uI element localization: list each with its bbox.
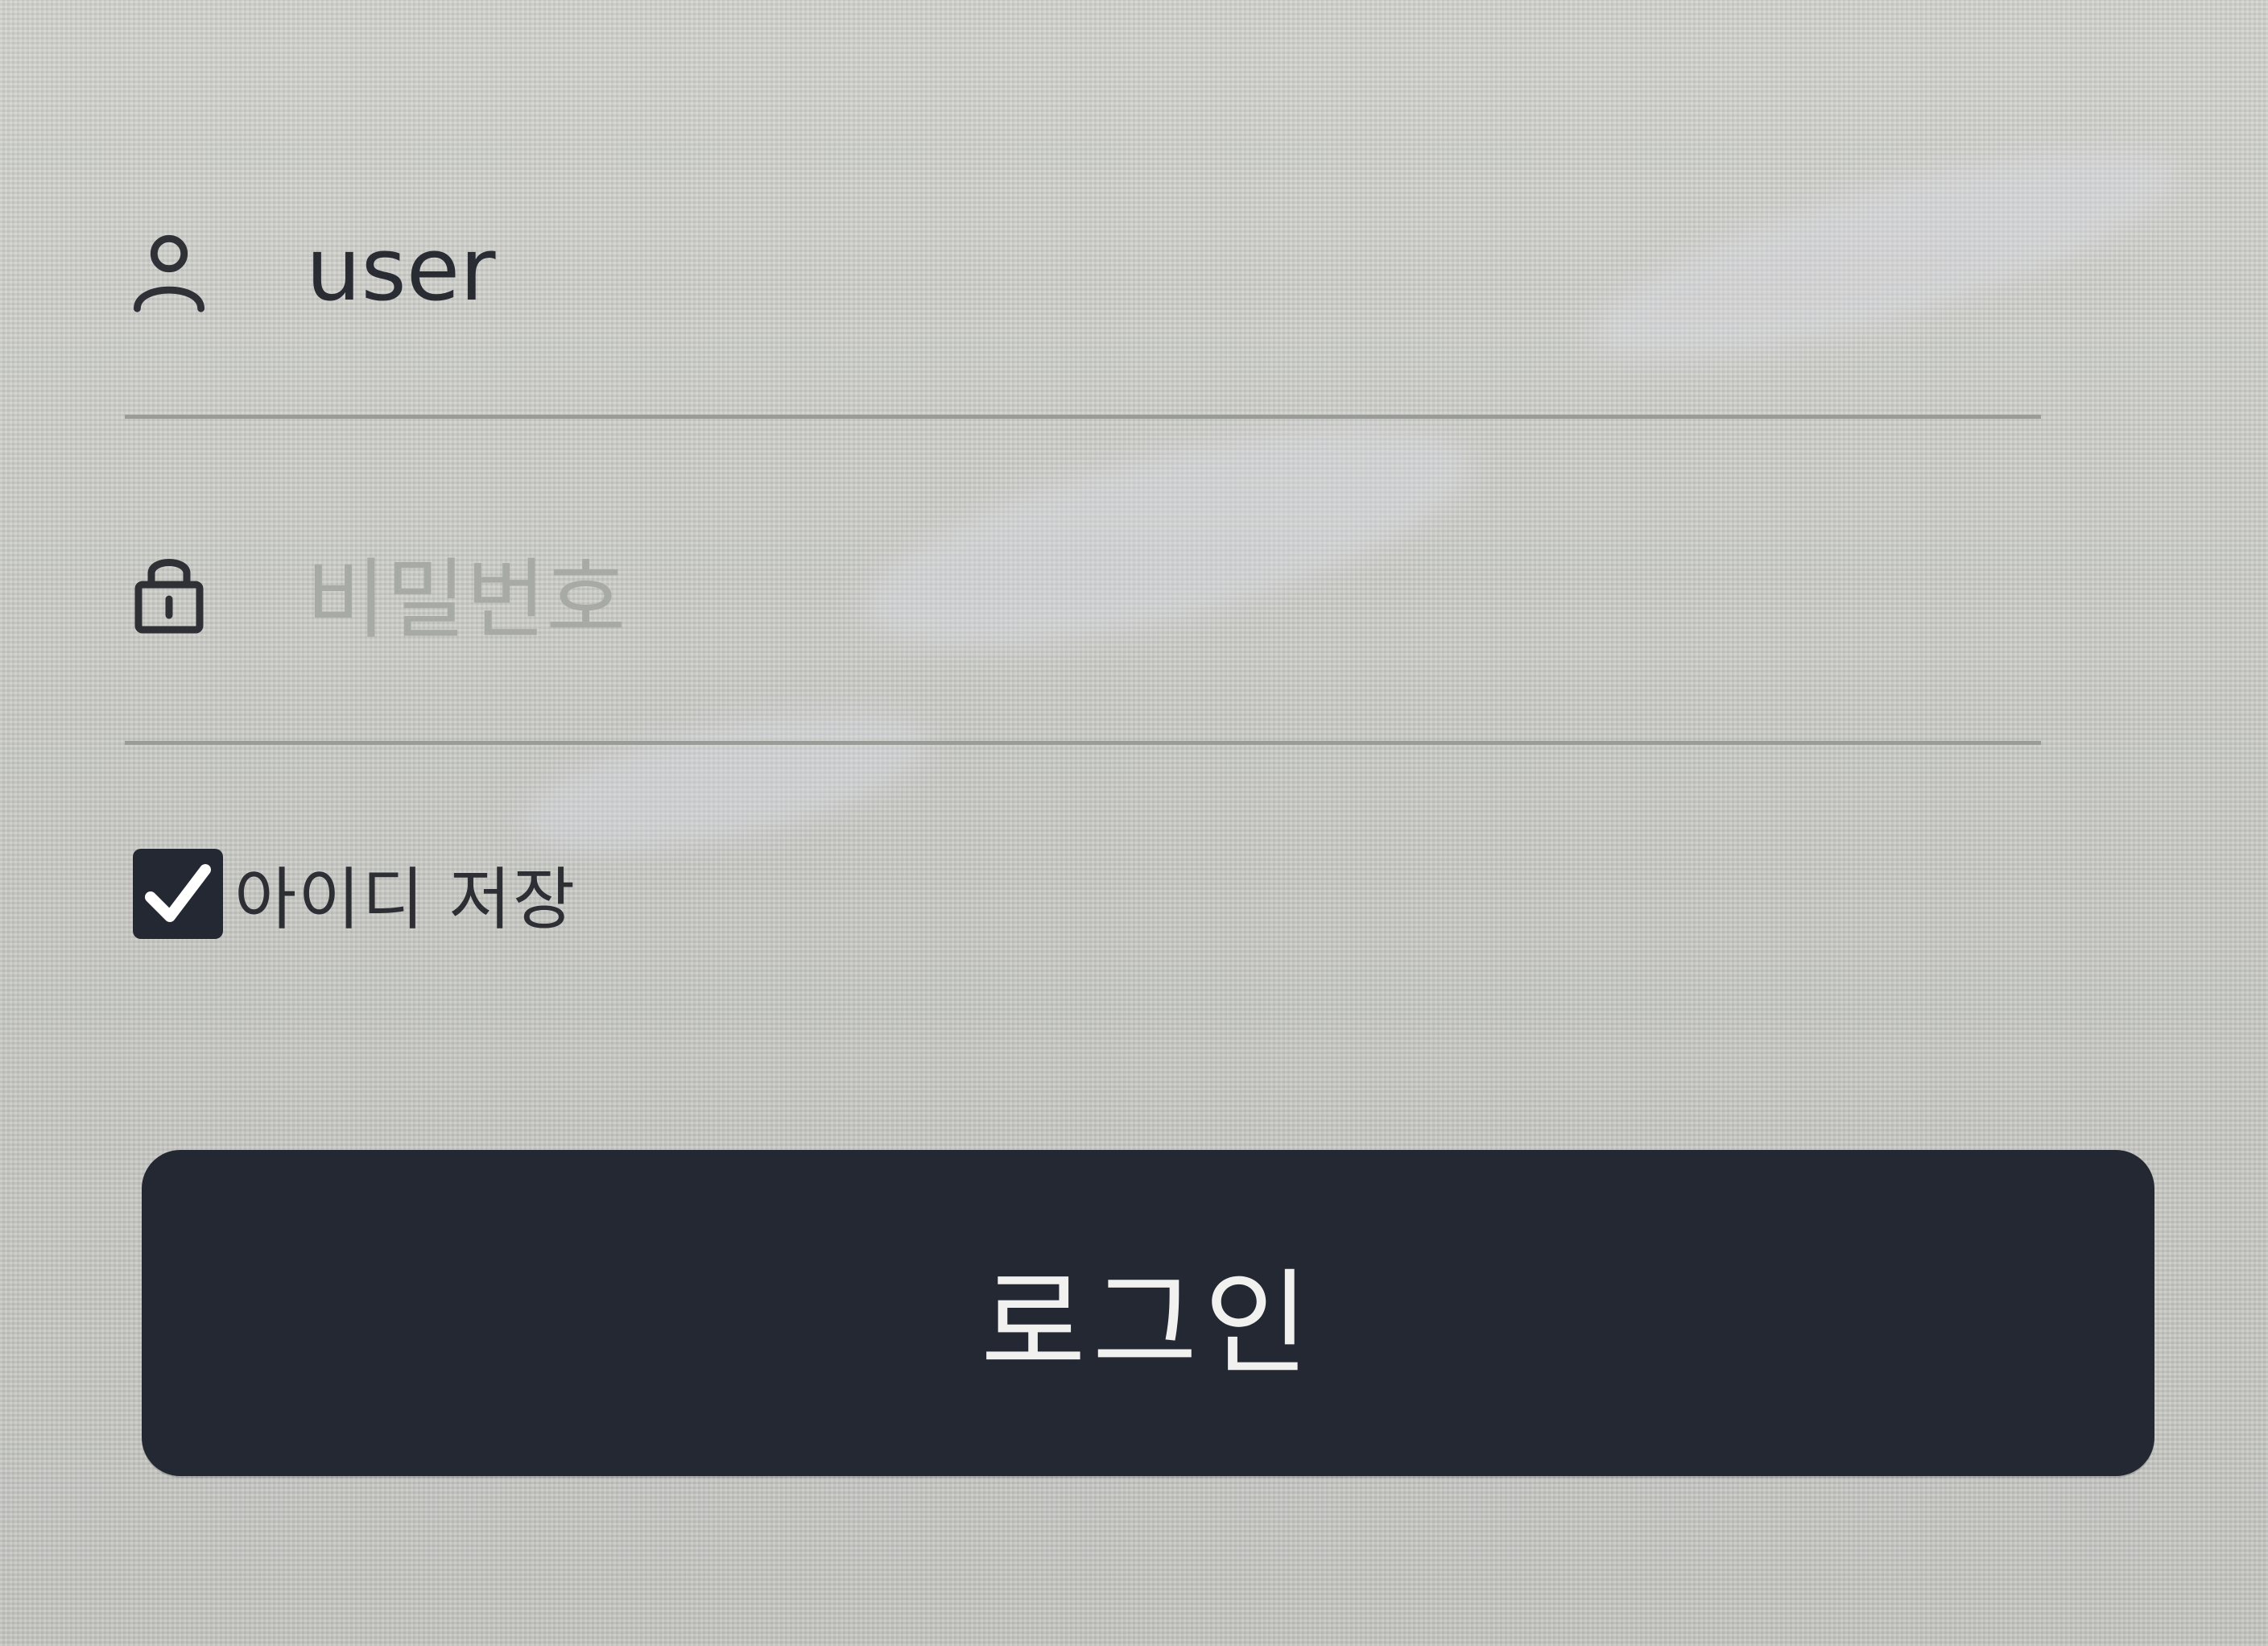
password-input[interactable] <box>306 548 1956 652</box>
username-input[interactable] <box>306 217 1956 322</box>
remember-id-option[interactable]: 아이디 저장 <box>133 846 576 942</box>
login-screen: 아이디 저장 로그인 <box>0 0 2268 1646</box>
password-underline <box>125 741 2041 745</box>
username-field <box>125 217 2041 419</box>
login-button[interactable]: 로그인 <box>142 1150 2154 1476</box>
remember-id-label: 아이디 저장 <box>234 859 577 939</box>
password-field <box>125 548 2041 745</box>
user-icon <box>125 227 213 316</box>
checkmark-icon <box>145 864 211 922</box>
remember-id-checkbox[interactable] <box>133 849 223 939</box>
lock-icon <box>125 548 213 636</box>
username-underline <box>125 415 2041 419</box>
